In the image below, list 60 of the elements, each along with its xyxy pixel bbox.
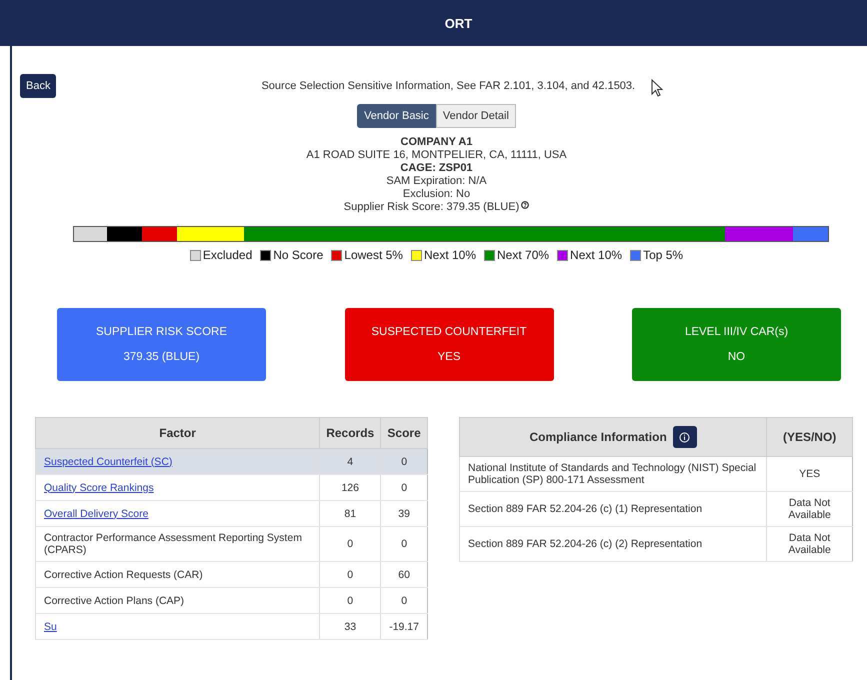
compliance-value-cell: Data Not Available [766, 492, 852, 526]
card-value: NO [728, 351, 746, 363]
vendor-tab[interactable]: Vendor Basic [357, 104, 436, 128]
cage-code: CAGE: ZSP01 [400, 162, 473, 175]
card-title: SUPPLIER RISK SCORE [96, 326, 227, 338]
notice-text: Source Selection Sensitive Information, See FAR 2.101, 3.104, and 42.1503. [261, 80, 636, 92]
score-cell: 0 [380, 526, 428, 562]
column-header: Compliance Information [529, 430, 667, 444]
factor-text: Contractor Performance Assessment Reporting System (CPARS) [44, 532, 302, 556]
records-cell: 126 [320, 474, 381, 500]
legend-label: Excluded [202, 248, 252, 262]
factor-text: Corrective Action Plans (CAP) [44, 594, 184, 606]
company-address: A1 ROAD SUITE 16, MONTPELIER, CA, 11111, USA [306, 149, 567, 162]
card-value: YES [437, 351, 460, 363]
score-cell: 0 [380, 448, 428, 474]
score-cell: 0 [380, 588, 428, 614]
cursor-icon [651, 79, 664, 97]
sam-expiration: SAM Expiration: N/A [386, 175, 487, 188]
records-cell: 81 [320, 500, 381, 526]
compliance-item-cell: National Institute of Standards and Technology (NIST) Special Publication (SP) 800-171 Assessment [460, 456, 767, 492]
column-header: Factor [36, 418, 320, 448]
page-title: ORT [444, 16, 472, 30]
back-button[interactable]: Back [20, 74, 56, 98]
info-button[interactable] [672, 426, 697, 448]
factor-link[interactable]: Overall Delivery Score [44, 508, 148, 520]
risk-score-text: Supplier Risk Score: 379.35 (BLUE) [344, 201, 520, 214]
legend-label: Lowest 5% [344, 248, 403, 262]
compliance-value-cell: Data Not Available [766, 526, 852, 562]
compliance-item-cell: Section 889 FAR 52.204-26 (c) (2) Representation [460, 526, 767, 562]
score-cell: -19.17 [380, 614, 428, 640]
card-title: LEVEL III/IV CAR(s) [684, 326, 788, 338]
column-header: (YES/NO) [766, 418, 852, 456]
score-cell: 39 [380, 500, 428, 526]
column-header: Records [320, 418, 381, 448]
records-cell: 4 [320, 448, 381, 474]
score-cell: 60 [380, 562, 428, 588]
legend-label: No Score [273, 248, 324, 262]
column-header: Score [380, 418, 428, 448]
records-cell: 0 [320, 562, 381, 588]
legend-label: Next 70% [497, 248, 550, 262]
card-title: SUSPECTED COUNTERFEIT [371, 326, 527, 338]
factor-link[interactable]: Quality Score Rankings [44, 482, 154, 494]
factor-link[interactable]: Su [44, 620, 57, 632]
company-name: COMPANY A1 [400, 136, 472, 149]
score-cell: 0 [380, 474, 428, 500]
compliance-value-cell: YES [766, 456, 852, 492]
records-cell: 0 [320, 588, 381, 614]
factor-text: Corrective Action Requests (CAR) [44, 568, 203, 580]
help-icon[interactable] [521, 201, 530, 209]
records-cell: 0 [320, 526, 381, 562]
compliance-item-cell: Section 889 FAR 52.204-26 (c) (1) Representation [460, 492, 767, 526]
factor-link[interactable]: Suspected Counterfeit (SC) [44, 456, 172, 468]
records-cell: 33 [320, 614, 381, 640]
legend-label: Next 10% [424, 248, 476, 262]
vendor-tab[interactable]: Vendor Detail [436, 104, 516, 128]
exclusion-status: Exclusion: No [402, 188, 470, 201]
info-icon [679, 432, 690, 442]
legend-label: Top 5% [643, 248, 684, 262]
legend-label: Next 10% [570, 248, 622, 262]
card-value: 379.35 (BLUE) [123, 351, 200, 363]
